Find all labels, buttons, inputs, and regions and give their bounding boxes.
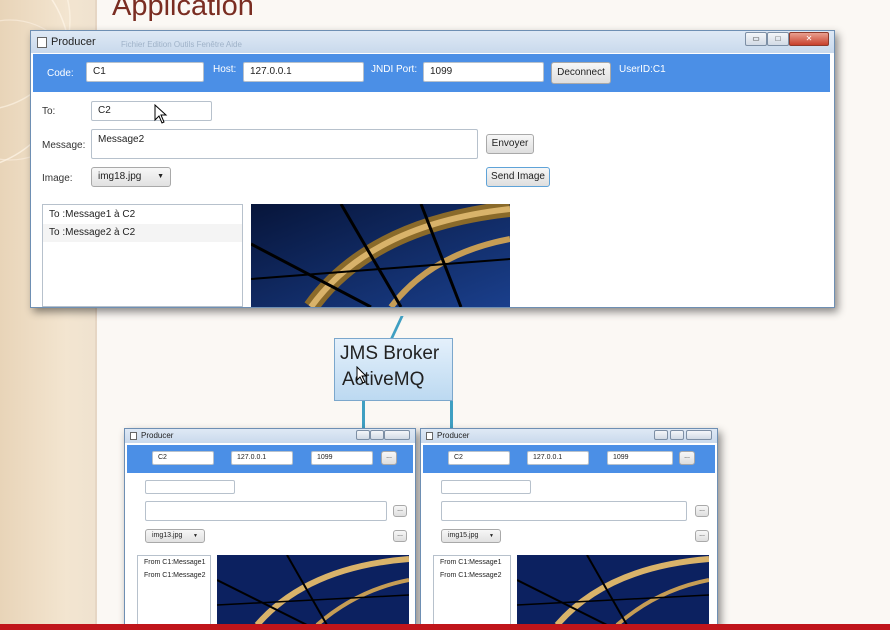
- window-titlebar[interactable]: Producer Fichier Edition Outils Fenêtre …: [31, 31, 834, 53]
- message-list[interactable]: From C1:Message1 From C1:Message2: [137, 555, 211, 625]
- photo-illustration: [517, 555, 709, 625]
- slide-title: Application: [112, 0, 254, 22]
- host-field[interactable]: 127.0.0.1: [243, 62, 364, 82]
- send-button[interactable]: ...: [695, 505, 709, 517]
- photo-illustration: [251, 204, 510, 307]
- message-field[interactable]: [145, 501, 387, 521]
- window-titlebar[interactable]: Producer: [125, 429, 415, 443]
- send-image-button[interactable]: ...: [695, 530, 709, 542]
- broker-label-line1: JMS Broker: [340, 343, 440, 364]
- jndi-port-field[interactable]: 1099: [311, 451, 373, 465]
- list-item[interactable]: From C1:Message2: [434, 569, 510, 582]
- menu-ghost: Fichier Edition Outils Fenêtre Aide: [121, 40, 242, 49]
- received-image: [217, 555, 409, 625]
- message-field[interactable]: [441, 501, 687, 521]
- jndi-port-field[interactable]: 1099: [607, 451, 673, 465]
- code-field[interactable]: C1: [86, 62, 204, 82]
- close-icon[interactable]: ✕: [789, 32, 829, 46]
- consumer-window-right: Producer C2 127.0.0.1 1099 ... ... img15…: [420, 428, 718, 626]
- host-field[interactable]: 127.0.0.1: [527, 451, 589, 465]
- message-label: Message:: [42, 140, 86, 151]
- dropdown-arrow-icon: ▼: [157, 173, 164, 180]
- jndi-port-field[interactable]: 1099: [423, 62, 544, 82]
- window-titlebar[interactable]: Producer: [421, 429, 717, 443]
- dropdown-arrow-icon: ▼: [489, 533, 494, 539]
- image-select-value: img15.jpg: [448, 532, 479, 539]
- list-item[interactable]: From C1:Message1: [434, 556, 510, 569]
- mouse-cursor-icon: [154, 104, 168, 124]
- minimize-icon[interactable]: [356, 430, 370, 440]
- send-image-button[interactable]: ...: [393, 530, 407, 542]
- list-item[interactable]: From C1:Message2: [138, 569, 210, 582]
- close-icon[interactable]: [686, 430, 712, 440]
- image-select[interactable]: img15.jpg ▼: [441, 529, 501, 543]
- window-title: Producer: [141, 431, 174, 440]
- message-field[interactable]: Message2: [91, 129, 478, 159]
- received-image: [517, 555, 709, 625]
- connector-top: [389, 316, 404, 340]
- code-label: Code:: [47, 68, 74, 79]
- maximize-icon[interactable]: □: [767, 32, 789, 46]
- connect-button[interactable]: ...: [679, 451, 695, 465]
- to-label: To:: [42, 106, 56, 117]
- image-select[interactable]: img13.jpg ▼: [145, 529, 205, 543]
- list-item[interactable]: To :Message2 à C2: [43, 224, 242, 242]
- image-select[interactable]: img18.jpg ▼: [91, 167, 171, 187]
- message-list[interactable]: To :Message1 à C2 To :Message2 à C2: [42, 204, 243, 307]
- list-item[interactable]: From C1:Message1: [138, 556, 210, 569]
- producer-window-main: Producer Fichier Edition Outils Fenêtre …: [30, 30, 835, 308]
- minimize-icon[interactable]: ▭: [745, 32, 767, 46]
- slide-bottom-bar: [0, 624, 890, 630]
- connect-button[interactable]: ...: [381, 451, 397, 465]
- app-icon: [426, 432, 433, 440]
- mouse-cursor-icon: [356, 366, 368, 384]
- user-id-label: UserID:C1: [619, 64, 666, 75]
- list-item[interactable]: To :Message1 à C2: [43, 206, 242, 224]
- image-label: Image:: [42, 173, 73, 184]
- code-field[interactable]: C2: [448, 451, 510, 465]
- received-image: [251, 204, 510, 307]
- connector-right: [450, 401, 453, 431]
- host-label: Host:: [213, 64, 237, 75]
- photo-illustration: [217, 555, 409, 625]
- dropdown-arrow-icon: ▼: [193, 533, 198, 539]
- to-field[interactable]: [441, 480, 531, 494]
- jndi-port-label: JNDI Port:: [371, 64, 418, 75]
- maximize-icon[interactable]: [370, 430, 384, 440]
- code-field[interactable]: C2: [152, 451, 214, 465]
- image-select-value: img13.jpg: [152, 532, 183, 539]
- send-button[interactable]: Envoyer: [486, 134, 534, 154]
- broker-label-line2: ActiveMQ: [342, 369, 425, 390]
- app-icon: [37, 37, 47, 48]
- disconnect-button[interactable]: Deconnect: [551, 62, 611, 84]
- send-image-button[interactable]: Send Image: [486, 167, 550, 187]
- consumer-window-left: Producer C2 127.0.0.1 1099 ... ... img13…: [124, 428, 416, 626]
- host-field[interactable]: 127.0.0.1: [231, 451, 293, 465]
- maximize-icon[interactable]: [670, 430, 684, 440]
- window-title: Producer: [51, 36, 96, 48]
- window-title: Producer: [437, 431, 470, 440]
- close-icon[interactable]: [384, 430, 410, 440]
- to-field[interactable]: C2: [91, 101, 212, 121]
- minimize-icon[interactable]: [654, 430, 668, 440]
- to-field[interactable]: [145, 480, 235, 494]
- message-list[interactable]: From C1:Message1 From C1:Message2: [433, 555, 511, 625]
- connector-left: [362, 401, 365, 431]
- image-select-value: img18.jpg: [98, 171, 142, 182]
- send-button[interactable]: ...: [393, 505, 407, 517]
- app-icon: [130, 432, 137, 440]
